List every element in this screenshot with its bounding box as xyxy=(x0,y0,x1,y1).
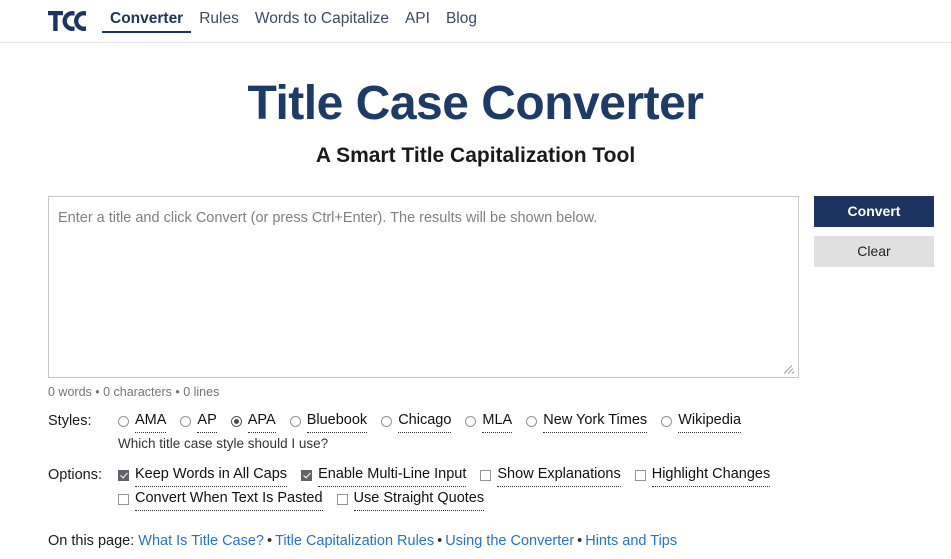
style-option-label: AMA xyxy=(135,409,167,433)
style-option-apa[interactable]: APA xyxy=(230,409,276,433)
checkbox-icon[interactable] xyxy=(634,469,646,481)
converter-input-row: Enter a title and click Convert (or pres… xyxy=(48,196,934,378)
title-input-container[interactable]: Enter a title and click Convert (or pres… xyxy=(48,196,799,378)
style-option-bluebook[interactable]: Bluebook xyxy=(289,409,368,433)
onpage-link-using-the-converter[interactable]: Using the Converter xyxy=(445,533,574,549)
hero-section: Title Case Converter A Smart Title Capit… xyxy=(0,75,951,169)
onpage-separator: • xyxy=(577,533,583,549)
option-label: Convert When Text Is Pasted xyxy=(135,487,323,511)
nav-item-blog[interactable]: Blog xyxy=(438,9,485,29)
checkbox-icon[interactable] xyxy=(336,493,348,505)
option-highlight-changes[interactable]: Highlight Changes xyxy=(634,463,771,487)
options-row-2: Convert When Text Is Pasted Use Straight… xyxy=(48,487,903,511)
radio-icon[interactable] xyxy=(289,415,301,427)
option-label: Use Straight Quotes xyxy=(353,487,485,511)
option-label: Highlight Changes xyxy=(651,463,771,487)
onpage-separator: • xyxy=(267,533,273,549)
main-navigation: Converter Rules Words to Capitalize API … xyxy=(102,9,485,33)
style-option-label: Bluebook xyxy=(306,409,368,433)
convert-button[interactable]: Convert xyxy=(814,196,934,227)
option-enable-multi-line-input[interactable]: Enable Multi-Line Input xyxy=(301,463,467,487)
nav-item-converter[interactable]: Converter xyxy=(102,9,192,33)
on-this-page-label: On this page: xyxy=(48,533,135,549)
page-title: Title Case Converter xyxy=(247,77,704,130)
style-option-mla[interactable]: MLA xyxy=(465,409,513,433)
options-label: Options: xyxy=(48,467,102,483)
option-label: Keep Words in All Caps xyxy=(135,463,288,487)
style-option-label: Wikipedia xyxy=(678,409,742,433)
checkbox-checked-icon[interactable] xyxy=(301,469,313,481)
checkbox-checked-icon[interactable] xyxy=(118,469,129,481)
style-option-label: AP xyxy=(197,409,217,433)
tcc-logo-icon[interactable] xyxy=(48,10,86,32)
radio-icon[interactable] xyxy=(118,415,129,427)
option-label: Enable Multi-Line Input xyxy=(318,463,467,487)
option-convert-when-text-is-pasted[interactable]: Convert When Text Is Pasted xyxy=(118,487,323,511)
onpage-link-title-capitalization-rules[interactable]: Title Capitalization Rules xyxy=(275,533,434,549)
style-option-label: APA xyxy=(247,409,276,433)
radio-icon[interactable] xyxy=(465,415,477,427)
option-use-straight-quotes[interactable]: Use Straight Quotes xyxy=(336,487,485,511)
options-block: Options: Keep Words in All Caps Enable M… xyxy=(48,463,903,511)
option-show-explanations[interactable]: Show Explanations xyxy=(480,463,621,487)
nav-item-words-to-capitalize[interactable]: Words to Capitalize xyxy=(247,9,397,29)
nav-item-api[interactable]: API xyxy=(397,9,438,29)
style-option-label: New York Times xyxy=(543,409,648,433)
site-header: Converter Rules Words to Capitalize API … xyxy=(0,0,951,43)
title-input-placeholder: Enter a title and click Convert (or pres… xyxy=(58,210,598,226)
text-statistics: 0 words • 0 characters • 0 lines xyxy=(48,385,220,399)
styles-label: Styles: xyxy=(48,413,92,429)
options-row-1: Options: Keep Words in All Caps Enable M… xyxy=(48,463,903,487)
radio-icon[interactable] xyxy=(381,415,393,427)
styles-row: Styles: AMA AP APA Bluebook Chicago MLA … xyxy=(48,409,903,433)
converter-actions: Convert Clear xyxy=(814,196,934,267)
style-option-label: Chicago xyxy=(398,409,452,433)
option-label: Show Explanations xyxy=(497,463,621,487)
textarea-resize-handle[interactable] xyxy=(783,362,796,375)
styles-hint[interactable]: Which title case style should I use? xyxy=(118,434,903,454)
onpage-link-what-is-title-case[interactable]: What Is Title Case? xyxy=(138,533,264,549)
option-keep-words-in-all-caps[interactable]: Keep Words in All Caps xyxy=(118,463,288,487)
onpage-separator: • xyxy=(437,533,443,549)
radio-icon[interactable] xyxy=(526,415,538,427)
radio-icon[interactable] xyxy=(661,415,673,427)
converter-section: Enter a title and click Convert (or pres… xyxy=(0,196,951,551)
on-this-page: On this page: What Is Title Case? • Title … xyxy=(48,531,903,551)
styles-block: Styles: AMA AP APA Bluebook Chicago MLA … xyxy=(48,409,903,454)
radio-icon[interactable] xyxy=(180,415,192,427)
style-option-ap[interactable]: AP xyxy=(180,409,217,433)
nav-item-rules[interactable]: Rules xyxy=(191,9,247,29)
radio-checked-icon[interactable] xyxy=(230,415,242,427)
style-option-ama[interactable]: AMA xyxy=(118,409,167,433)
style-option-wikipedia[interactable]: Wikipedia xyxy=(661,409,742,433)
checkbox-icon[interactable] xyxy=(118,493,129,505)
style-option-chicago[interactable]: Chicago xyxy=(381,409,452,433)
style-option-label: MLA xyxy=(482,409,513,433)
page-subtitle: A Smart Title Capitalization Tool xyxy=(315,144,636,167)
style-option-new-york-times[interactable]: New York Times xyxy=(526,409,648,433)
checkbox-icon[interactable] xyxy=(480,469,492,481)
clear-button[interactable]: Clear xyxy=(814,236,934,267)
onpage-link-hints-and-tips[interactable]: Hints and Tips xyxy=(585,533,677,549)
